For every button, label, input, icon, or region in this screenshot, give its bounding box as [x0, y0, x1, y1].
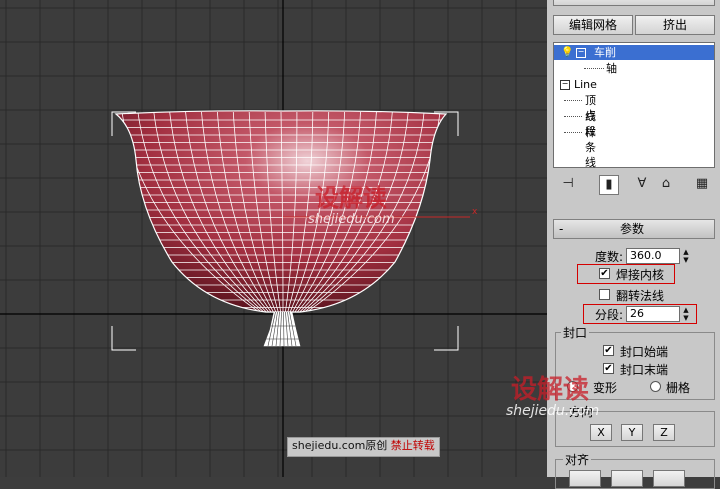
lathe-bowl-object[interactable]	[100, 110, 460, 347]
weld-core-checkbox[interactable]: ✔	[599, 268, 610, 279]
lightbulb-icon[interactable]: 💡	[561, 45, 573, 60]
stack-item-label: 轴	[606, 62, 617, 75]
command-panel: 编辑网格 挤出 💡 − 车削 轴 − Line 顶点 线段 样条线 ⊣ ▮ ∀ …	[506, 0, 720, 489]
stack-item-label: Line	[574, 78, 597, 91]
make-unique-icon[interactable]: ∀	[633, 175, 651, 193]
capping-title: 封口	[561, 324, 590, 341]
viewport[interactable]: x 设解读 shejiedu.com shejiedu.com原创 禁止转载	[0, 0, 547, 477]
cap-end-label: 封口末端	[620, 363, 669, 377]
stack-item-label: 车削	[594, 46, 616, 59]
cap-end-checkbox[interactable]: ✔	[603, 363, 614, 374]
watermark-site: shejiedu.com	[308, 212, 395, 227]
remove-modifier-icon[interactable]: ⌂	[657, 175, 675, 193]
segments-label: 分段:	[595, 308, 624, 322]
flip-normals-label: 翻转法线	[616, 289, 665, 303]
extrude-button[interactable]: 挤出	[635, 15, 715, 35]
flip-normals-checkbox[interactable]	[599, 289, 610, 300]
collapse-icon[interactable]: −	[560, 80, 570, 90]
grid-radio[interactable]	[650, 381, 661, 392]
rollout-title: 参数	[620, 222, 645, 236]
collapse-icon[interactable]: −	[576, 48, 586, 58]
edit-mesh-button[interactable]: 编辑网格	[553, 15, 633, 35]
watermark-logo: 设解读	[315, 184, 387, 212]
configure-sets-icon[interactable]: ▦	[693, 175, 711, 193]
degrees-input[interactable]: 360.0	[626, 248, 680, 264]
direction-y-button[interactable]: Y	[621, 424, 643, 441]
stack-item-label: 样条线	[585, 126, 596, 169]
viewport-canvas: x	[0, 0, 547, 477]
weld-core-label: 焊接内核	[616, 268, 665, 282]
degrees-spinner-icon[interactable]: ▲ ▼	[681, 248, 691, 264]
rollout-collapse-toggle[interactable]: -	[559, 220, 563, 238]
align-min-button[interactable]	[569, 470, 601, 487]
tree-connector	[584, 68, 604, 69]
segments-spinner-icon[interactable]: ▲ ▼	[681, 306, 691, 322]
align-title: 对齐	[563, 451, 592, 468]
tree-connector	[564, 100, 582, 101]
svg-text:x: x	[472, 207, 478, 217]
watermark-site: shejiedu.com	[506, 403, 600, 419]
segments-input[interactable]: 26	[626, 306, 680, 322]
credit-bar: shejiedu.com原创 禁止转载	[287, 437, 440, 457]
grid-label: 栅格	[666, 381, 691, 395]
parameters-rollout-header[interactable]: - 参数	[553, 219, 715, 239]
morph-label: 变形	[593, 381, 618, 395]
degrees-label: 度数:	[595, 250, 624, 264]
credit-notice: 禁止转载	[390, 439, 435, 452]
watermark-logo: 设解读	[511, 375, 590, 405]
tree-connector	[564, 116, 582, 117]
credit-original: 原创	[365, 439, 388, 452]
modifier-list-dropdown[interactable]	[553, 0, 715, 6]
credit-site: shejiedu.com	[292, 439, 366, 452]
align-max-button[interactable]	[653, 470, 685, 487]
cap-start-checkbox[interactable]: ✔	[603, 345, 614, 356]
direction-z-button[interactable]: Z	[653, 424, 675, 441]
align-center-button[interactable]	[611, 470, 643, 487]
stack-toolbar: ⊣ ▮ ∀ ⌂ ▦	[553, 172, 715, 196]
modifier-stack-list[interactable]: 💡 − 车削 轴 − Line 顶点 线段 样条线	[553, 42, 715, 169]
cap-start-label: 封口始端	[620, 345, 669, 359]
direction-x-button[interactable]: X	[590, 424, 612, 441]
pin-icon[interactable]: ⊣	[559, 175, 577, 193]
tree-connector	[564, 132, 582, 133]
stack-item-lathe[interactable]: 💡 − 车削	[554, 45, 714, 60]
show-end-result-icon[interactable]: ▮	[599, 175, 619, 195]
